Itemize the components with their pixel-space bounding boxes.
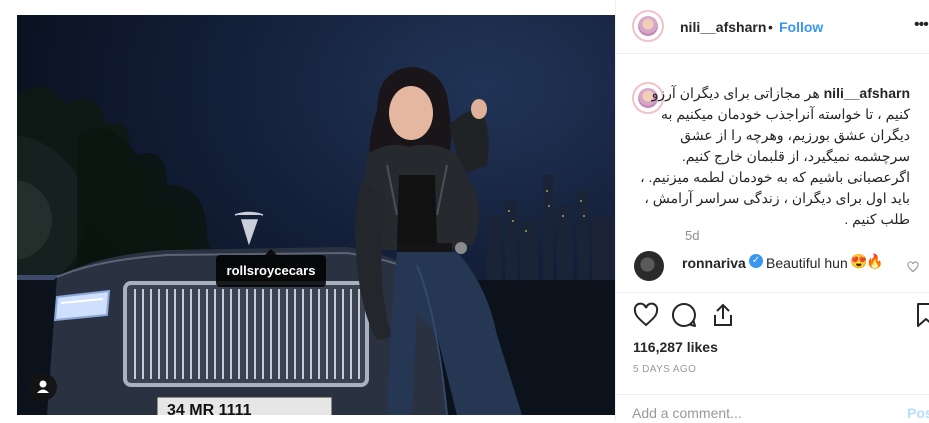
user-tag[interactable]: rollsroycecars (216, 249, 326, 287)
caption: nili__afsharn هر مجازاتی برای دیگران آرز… (638, 83, 910, 230)
follow-button[interactable]: Follow (779, 19, 823, 35)
post-photo[interactable]: 34 MR 1111 rollsroycecars (17, 15, 615, 415)
photo-scene: 34 MR 1111 (17, 67, 615, 415)
header-separator: • (768, 19, 773, 35)
caption-text: هر مجازاتی برای دیگران آرزو کنیم ، تا خو… (640, 85, 910, 227)
add-comment-bar: Post (616, 394, 929, 423)
tagged-users-button[interactable] (29, 373, 57, 401)
heart-eyes-emoji: 😍 (850, 253, 868, 269)
bookmark-icon[interactable] (912, 301, 929, 329)
user-tag-label: rollsroycecars (226, 263, 316, 278)
caption-username[interactable]: nili__afsharn (824, 85, 910, 101)
caption-timestamp[interactable]: 5d (685, 228, 699, 243)
license-plate-text: 34 MR 1111 (167, 402, 252, 415)
share-icon[interactable] (709, 301, 737, 329)
instagram-post: 34 MR 1111 rollsroycecars nili__afsharn … (0, 0, 929, 423)
commenter-avatar[interactable] (634, 251, 664, 281)
fire-emoji: 🔥 (866, 253, 884, 269)
author-avatar[interactable] (632, 10, 664, 42)
verified-badge-icon: ✓ (749, 254, 763, 268)
comment-like-icon[interactable] (907, 261, 919, 273)
post-comment-button[interactable]: Post (907, 405, 929, 421)
comment-item: ronnariva ✓ Beautiful hun 😍 🔥 (616, 245, 929, 285)
action-bar (616, 292, 929, 341)
likes-count[interactable]: 116,287 likes (633, 339, 718, 355)
post-date[interactable]: 5 DAYS AGO (633, 364, 696, 375)
post-sidebar: nili__afsharn • Follow ••• nili__afsharn… (615, 0, 929, 423)
post-header: nili__afsharn • Follow ••• (616, 0, 929, 54)
more-options-icon[interactable]: ••• (914, 16, 929, 34)
add-comment-input[interactable] (632, 403, 892, 423)
commenter-username[interactable]: ronnariva (682, 255, 746, 271)
author-username[interactable]: nili__afsharn (680, 19, 766, 35)
comment-text: Beautiful hun (766, 255, 848, 271)
heart-icon[interactable] (632, 301, 660, 329)
person-icon (37, 380, 49, 393)
comment-icon[interactable] (670, 301, 698, 329)
